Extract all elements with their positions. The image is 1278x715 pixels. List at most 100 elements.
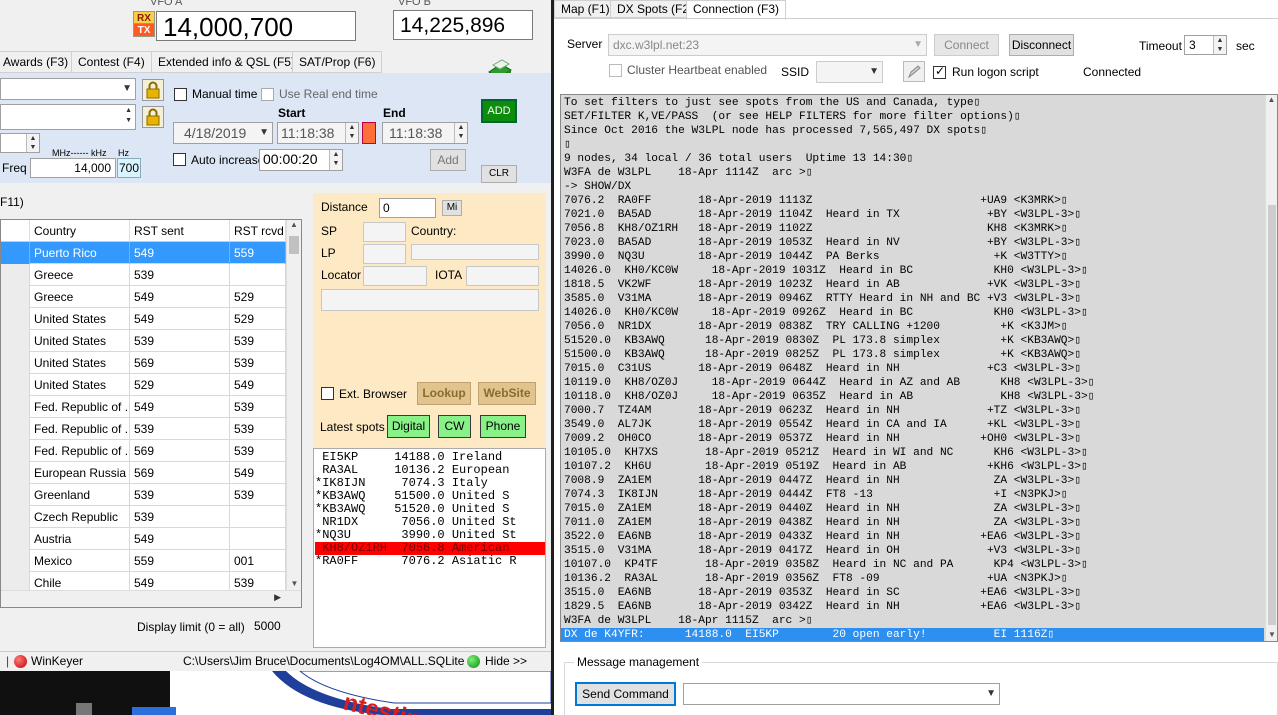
auto-increase-label: Auto increase (191, 153, 265, 167)
terminal-line: 9 nodes, 34 local / 36 total users Uptim… (564, 153, 914, 165)
grid-header-rst-sent[interactable]: RST sent (130, 220, 230, 242)
add-button[interactable]: Add (430, 149, 466, 171)
table-row[interactable]: United States 549 529 (1, 308, 286, 330)
cluster-terminal[interactable]: To set filters to just see spots from th… (560, 94, 1278, 642)
website-button[interactable]: WebSite (478, 382, 536, 405)
table-row[interactable]: United States 529 549 (1, 374, 286, 396)
table-row[interactable]: Fed. Republic of ... 539 539 (1, 418, 286, 440)
date-picker[interactable]: 4/18/2019 ▼ (173, 122, 273, 144)
terminal-vertical-scrollbar[interactable]: ▲ ▼ (1265, 95, 1277, 641)
rst-rcvd-cell: 529 (230, 308, 286, 330)
tab-awards[interactable]: Awards (F3) (0, 51, 76, 73)
grid-header-rst-rcvd[interactable]: RST rcvd (230, 220, 286, 242)
hide-toggle[interactable]: Hide >> (485, 652, 527, 671)
scroll-right-icon[interactable]: ▶ (274, 592, 281, 603)
terminal-line: 10107.0 KP4TF 18-Apr-2019 0358Z Heard in… (564, 559, 1088, 571)
script-edit-icon[interactable] (903, 61, 925, 82)
vfo-a-frequency[interactable]: 14,000,700 (156, 11, 356, 42)
timeout-label: Timeout (1139, 39, 1182, 53)
lookup-button[interactable]: Lookup (417, 382, 471, 405)
frequency-hz-input[interactable]: 700 (117, 158, 141, 178)
terminal-line: 3585.0 V31MA 18-Apr-2019 0946Z RTTY Hear… (564, 293, 1081, 305)
lock-icon[interactable] (142, 106, 164, 128)
ext-browser-checkbox[interactable] (321, 387, 334, 400)
display-limit-input[interactable]: 5000 (251, 616, 303, 636)
tab-map[interactable]: Map (F1) (554, 0, 617, 18)
auto-increase-field[interactable]: 00:00:20 ▲ ▼ (259, 149, 343, 171)
terminal-line: Since Oct 2016 the W3LPL node has proces… (564, 125, 987, 137)
rst-sent-cell: 569 (130, 462, 230, 484)
table-row[interactable]: Fed. Republic of ... 569 539 (1, 440, 286, 462)
scroll-up-icon[interactable]: ▲ (287, 220, 301, 229)
end-time-value: 11:18:38 (389, 125, 443, 141)
disconnect-button[interactable]: Disconnect (1009, 34, 1074, 56)
table-row[interactable]: Mexico 559 001 (1, 550, 286, 572)
table-row[interactable]: Greenland 539 539 (1, 484, 286, 506)
band-stepper[interactable]: ▲ ▼ (0, 133, 40, 153)
grid-tab[interactable]: F11) (0, 195, 24, 209)
table-row[interactable]: Fed. Republic of ... 549 539 (1, 396, 286, 418)
frequency-input[interactable]: 14,000 (30, 158, 116, 178)
table-row[interactable]: Greece 539 (1, 264, 286, 286)
terminal-line: 3549.0 AL7JK 18-Apr-2019 0554Z Heard in … (564, 419, 1081, 431)
scroll-up-icon[interactable]: ▲ (1266, 95, 1277, 104)
command-combo[interactable]: ▼ (683, 683, 1000, 705)
grid-header-country[interactable]: Country (30, 220, 130, 242)
rst-rcvd-cell: 549 (230, 462, 286, 484)
long-path-field (363, 244, 406, 264)
terminal-line: 7021.0 BA5AD 18-Apr-2019 1104Z Heard in … (564, 209, 1081, 221)
send-command-button[interactable]: Send Command (575, 682, 676, 706)
run-logon-script-checkbox[interactable] (933, 64, 946, 79)
manual-time-checkbox[interactable] (174, 88, 187, 101)
ext-browser-label: Ext. Browser (339, 387, 408, 401)
table-row[interactable]: Puerto Rico 549 559 (1, 242, 286, 264)
comment-field[interactable]: ▲ ▼ (0, 104, 136, 130)
table-row[interactable]: United States 569 539 (1, 352, 286, 374)
end-time-field[interactable]: 11:18:38 ▲ ▼ (382, 122, 468, 144)
tab-contest[interactable]: Contest (F4) (71, 51, 152, 73)
tab-extended-info[interactable]: Extended info & QSL (F5) (151, 51, 302, 73)
country-cell: United States (30, 330, 130, 352)
timeout-stepper[interactable]: 3 ▲ ▼ (1184, 35, 1227, 55)
rst-rcvd-cell (230, 528, 286, 550)
row-header-cell (1, 330, 30, 352)
connect-button[interactable]: Connect (934, 34, 999, 56)
grid-horizontal-scrollbar[interactable]: ▶ (1, 590, 301, 607)
mode-combo[interactable]: ▼ (0, 78, 136, 100)
scroll-thumb[interactable] (289, 236, 299, 254)
spot-row[interactable]: *RA0FF 7076.2 Asiatic R (315, 555, 545, 568)
clear-button[interactable]: CLR (481, 165, 517, 183)
table-row[interactable]: Greece 549 529 (1, 286, 286, 308)
vfo-b-frequency[interactable]: 14,225,896 (393, 10, 533, 40)
scroll-down-icon[interactable]: ▼ (287, 579, 301, 588)
server-combo[interactable]: dxc.w3lpl.net:23 ▼ (608, 34, 927, 56)
tab-sat-prop[interactable]: SAT/Prop (F6) (292, 51, 383, 73)
scroll-down-icon[interactable]: ▼ (1266, 630, 1277, 639)
cw-filter-button[interactable]: CW (438, 415, 471, 438)
row-header-cell (1, 506, 30, 528)
terminal-line: 7015.0 C31US 18-Apr-2019 0648Z Heard in … (564, 363, 1081, 375)
table-row[interactable]: European Russia 569 549 (1, 462, 286, 484)
lock-icon[interactable] (142, 79, 164, 101)
digital-filter-button[interactable]: Digital (387, 415, 430, 438)
display-limit-label: Display limit (0 = all) (137, 620, 245, 634)
phone-filter-button[interactable]: Phone (480, 415, 526, 438)
tab-connection[interactable]: Connection (F3) (686, 0, 787, 20)
table-row[interactable]: United States 539 539 (1, 330, 286, 352)
add-qso-button[interactable]: ADD (481, 99, 517, 123)
grid-vertical-scrollbar[interactable]: ▲ ▼ (286, 220, 301, 590)
rx-indicator: RX (133, 11, 155, 24)
units-toggle-button[interactable]: Mi (442, 200, 462, 216)
qso-tabs: Awards (F3) Contest (F4) Extended info &… (0, 51, 551, 73)
terminal-line: 7056.0 NR1DX 18-Apr-2019 0838Z TRY CALLI… (564, 321, 1068, 333)
ssid-combo[interactable]: ▼ (816, 61, 883, 83)
start-time-field[interactable]: 11:18:38 ▲ ▼ (277, 122, 359, 144)
heartbeat-checkbox[interactable] (609, 64, 622, 77)
scroll-thumb[interactable] (1268, 205, 1276, 625)
table-row[interactable]: Czech Republic 539 (1, 506, 286, 528)
auto-increase-checkbox[interactable] (173, 153, 186, 166)
time-sync-button[interactable] (362, 122, 376, 144)
terminal-line: 3522.0 EA6NB 18-Apr-2019 0433Z Heard in … (564, 531, 1081, 543)
use-real-end-time-checkbox[interactable] (261, 88, 274, 101)
table-row[interactable]: Austria 549 (1, 528, 286, 550)
